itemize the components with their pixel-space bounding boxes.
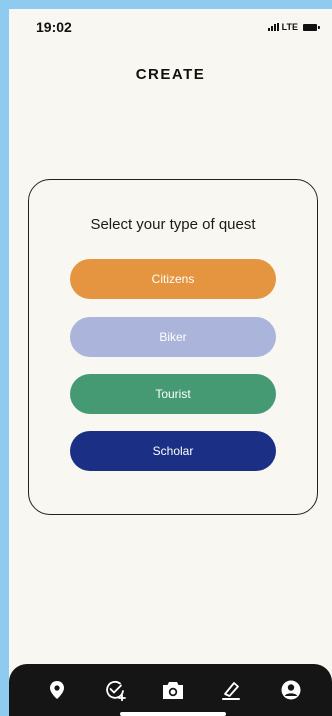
network-label: LTE bbox=[281, 22, 298, 32]
map-pin-icon[interactable] bbox=[45, 678, 69, 702]
page-title: CREATE bbox=[135, 66, 206, 83]
home-indicator[interactable] bbox=[120, 712, 226, 716]
edit-icon[interactable] bbox=[219, 678, 243, 702]
status-bar: 19:02 LTE bbox=[9, 9, 332, 41]
tourist-button[interactable]: Tourist bbox=[70, 374, 276, 414]
battery-icon bbox=[303, 23, 320, 31]
profile-icon[interactable] bbox=[279, 678, 303, 702]
citizens-button[interactable]: Citizens bbox=[70, 259, 276, 299]
status-indicators: LTE bbox=[267, 22, 320, 32]
biker-button[interactable]: Biker bbox=[70, 317, 276, 357]
status-time: 19:02 bbox=[36, 19, 72, 35]
bottom-nav bbox=[9, 664, 332, 716]
phone-screen: 19:02 LTE CREATE Select your type of que… bbox=[9, 9, 332, 716]
scholar-button[interactable]: Scholar bbox=[70, 431, 276, 471]
camera-icon[interactable] bbox=[161, 678, 185, 702]
signal-icon bbox=[267, 23, 279, 31]
add-check-icon[interactable] bbox=[104, 678, 128, 702]
quest-type-heading: Select your type of quest bbox=[90, 216, 256, 233]
quest-type-card: Select your type of quest Citizens Biker… bbox=[28, 179, 318, 515]
